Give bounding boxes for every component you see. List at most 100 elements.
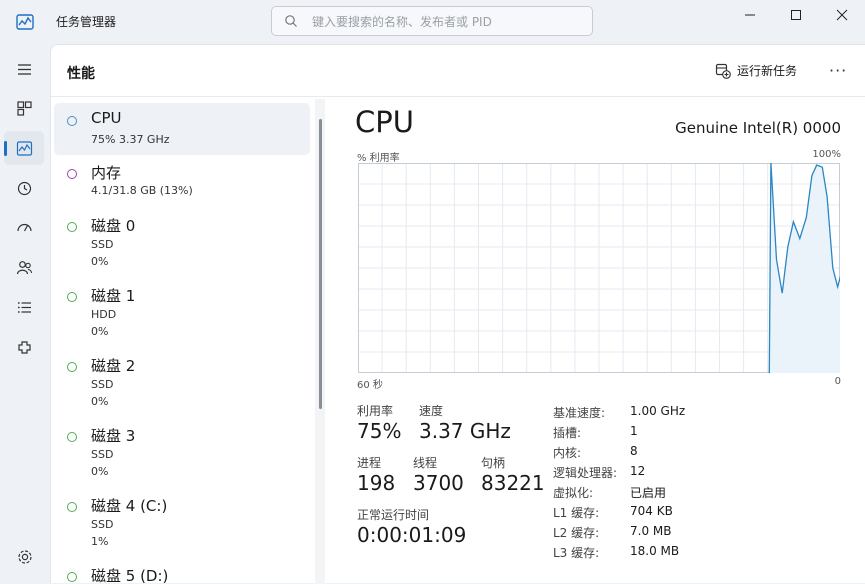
performance-icon xyxy=(16,140,32,156)
speed-value: 3.37 GHz xyxy=(419,419,511,443)
list-item-cpu[interactable]: CPU 75% 3.37 GHz xyxy=(54,103,310,155)
services-icon xyxy=(17,340,31,354)
spec-value-l2-cache: 7.0 MB xyxy=(630,524,672,538)
speed-label: 速度 xyxy=(419,404,444,418)
processes-label: 进程 xyxy=(357,456,382,470)
threads-value: 3700 xyxy=(413,471,464,495)
list-item-title: 磁盘 3 xyxy=(91,427,136,445)
spec-label-l3-cache: L3 缓存: xyxy=(553,546,600,560)
graph-top-right-label: 100% xyxy=(812,149,841,160)
graph-bottom-right-label: 0 xyxy=(834,376,841,387)
list-item-title: 磁盘 1 xyxy=(91,287,136,305)
memory-status-dot xyxy=(67,169,77,179)
uptime-label: 正常运行时间 xyxy=(357,508,430,522)
spec-label-l2-cache: L2 缓存: xyxy=(553,526,600,540)
minimize-button[interactable] xyxy=(727,0,773,30)
users-icon xyxy=(16,260,32,274)
disk-status-dot xyxy=(67,432,77,442)
details-icon xyxy=(17,301,31,313)
spec-label-virtualization: 虚拟化: xyxy=(553,486,594,500)
list-item-subtitle: HDD xyxy=(91,308,117,321)
nav-rail xyxy=(0,44,50,583)
main-content: 性能 运行新任务 ··· CPU 75% 3.37 GHz 内存 4.1/31.… xyxy=(50,44,865,584)
run-new-task-label: 运行新任务 xyxy=(737,64,798,78)
startup-icon xyxy=(16,223,32,231)
list-item-disk-2[interactable]: 磁盘 2 SSD 0% xyxy=(54,351,310,417)
list-item-disk-0[interactable]: 磁盘 0 SSD 0% xyxy=(54,211,310,277)
spec-value-logical-processors: 12 xyxy=(630,464,646,478)
threads-label: 线程 xyxy=(413,456,438,470)
handles-label: 句柄 xyxy=(481,456,506,470)
spec-label-l1-cache: L1 缓存: xyxy=(553,506,600,520)
nav-startup[interactable] xyxy=(4,210,44,244)
processes-value: 198 xyxy=(357,471,396,495)
list-item-subtitle: SSD xyxy=(91,448,114,461)
list-item-subtitle: 4.1/31.8 GB (13%) xyxy=(91,184,193,197)
maximize-icon xyxy=(791,10,801,20)
uptime-value: 0:00:01:09 xyxy=(357,523,467,547)
nav-processes[interactable] xyxy=(4,91,44,125)
nav-performance[interactable] xyxy=(4,131,44,165)
nav-details[interactable] xyxy=(4,290,44,324)
list-item-memory[interactable]: 内存 4.1/31.8 GB (13%) xyxy=(54,158,310,208)
cpu-utilization-graph xyxy=(358,163,840,373)
task-manager-icon xyxy=(16,14,34,30)
list-item-subtitle: SSD xyxy=(91,238,114,251)
list-item-title: 磁盘 0 xyxy=(91,217,136,235)
list-item-usage: 0% xyxy=(91,325,109,338)
list-item-title: 磁盘 2 xyxy=(91,357,136,375)
settings-gear-icon[interactable] xyxy=(16,548,34,566)
page-title: 性能 xyxy=(67,66,95,82)
list-item-disk-1[interactable]: 磁盘 1 HDD 0% xyxy=(54,281,310,347)
app-title: 任务管理器 xyxy=(56,15,117,29)
disk-status-dot xyxy=(67,362,77,372)
maximize-button[interactable] xyxy=(773,0,819,30)
list-scroll-thumb[interactable] xyxy=(319,119,322,409)
list-item-title: 磁盘 4 (C:) xyxy=(91,497,168,515)
spec-label-logical-processors: 逻辑处理器: xyxy=(553,466,618,480)
device-list: CPU 75% 3.37 GHz 内存 4.1/31.8 GB (13%) 磁盘… xyxy=(51,99,313,584)
processor-name: Genuine Intel(R) 0000 xyxy=(675,119,841,137)
minimize-icon xyxy=(745,14,755,16)
spec-label-sockets: 插槽: xyxy=(553,426,582,440)
close-icon xyxy=(836,9,848,21)
processes-icon xyxy=(16,100,32,116)
more-options-button[interactable]: ··· xyxy=(829,61,847,80)
spec-value-l1-cache: 704 KB xyxy=(630,504,673,518)
menu-icon xyxy=(17,63,31,75)
list-item-title: 内存 xyxy=(91,164,122,182)
list-item-disk-4[interactable]: 磁盘 4 (C:) SSD 1% xyxy=(54,491,310,557)
list-item-title: CPU xyxy=(91,109,122,127)
spec-value-cores: 8 xyxy=(630,444,638,458)
spec-value-sockets: 1 xyxy=(630,424,638,438)
list-item-usage: 0% xyxy=(91,395,109,408)
graph-top-left-label: % 利用率 xyxy=(357,153,400,164)
list-item-disk-5[interactable]: 磁盘 5 (D:) xyxy=(54,561,310,584)
nav-users[interactable] xyxy=(4,250,44,284)
list-item-usage: 0% xyxy=(91,255,109,268)
nav-menu-button[interactable] xyxy=(4,52,44,86)
nav-services[interactable] xyxy=(4,330,44,364)
title-bar: 任务管理器 xyxy=(0,0,865,44)
spec-label-base-speed: 基准速度: xyxy=(553,406,606,420)
nav-app-history[interactable] xyxy=(4,171,44,205)
utilization-value: 75% xyxy=(357,419,402,443)
list-scrollbar[interactable] xyxy=(315,99,325,584)
history-icon xyxy=(17,181,31,195)
list-item-disk-3[interactable]: 磁盘 3 SSD 0% xyxy=(54,421,310,487)
list-item-subtitle: SSD xyxy=(91,378,114,391)
graph-bottom-left-label: 60 秒 xyxy=(357,380,383,391)
search-box[interactable] xyxy=(271,6,593,36)
search-input[interactable] xyxy=(310,11,584,33)
disk-status-dot xyxy=(67,292,77,302)
disk-status-dot xyxy=(67,572,77,582)
run-new-task-button[interactable]: 运行新任务 xyxy=(715,62,797,79)
disk-status-dot xyxy=(67,502,77,512)
handles-value: 83221 xyxy=(481,471,545,495)
cpu-status-dot xyxy=(67,116,77,126)
spec-value-virtualization: 已启用 xyxy=(630,486,667,500)
list-item-usage: 0% xyxy=(91,465,109,478)
spec-value-base-speed: 1.00 GHz xyxy=(630,404,686,418)
close-button[interactable] xyxy=(819,0,865,30)
detail-title: CPU xyxy=(355,105,414,139)
